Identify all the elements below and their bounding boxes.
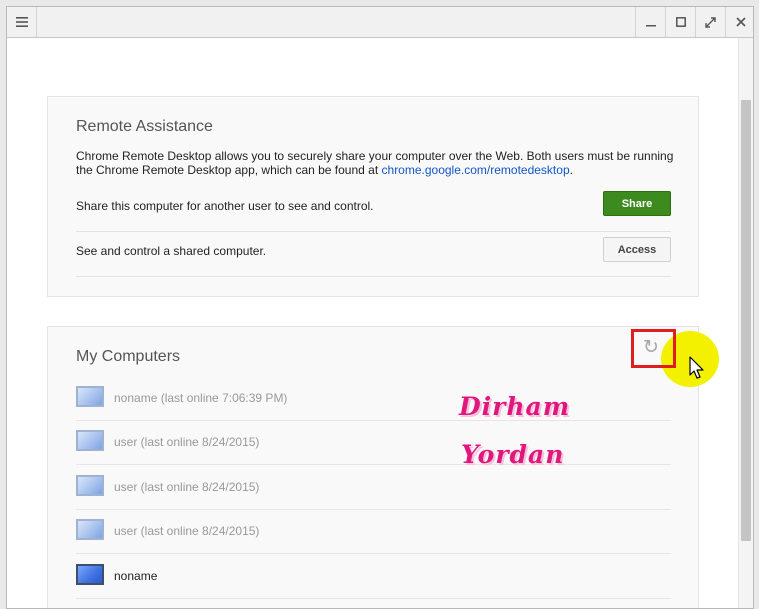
computer-label: user (last online 8/24/2015): [114, 524, 260, 538]
refresh-highlight-box: ↻: [631, 329, 676, 368]
minimize-icon[interactable]: [635, 7, 665, 37]
maximize-icon[interactable]: [665, 7, 695, 37]
title-bar: [7, 7, 753, 38]
watermark-line-1: Dirham: [459, 392, 571, 421]
access-row-label: See and control a shared computer.: [76, 244, 267, 258]
scrollbar[interactable]: [738, 38, 753, 608]
computer-row[interactable]: user (last online 8/24/2015): [76, 466, 671, 510]
menu-icon[interactable]: [7, 7, 37, 37]
share-row-label: Share this computer for another user to …: [76, 199, 374, 213]
watermark-line-2: Yordan: [461, 440, 565, 469]
computer-icon: [76, 519, 104, 540]
computer-online-icon: [76, 564, 104, 585]
main-content: Remote Assistance Chrome Remote Desktop …: [7, 38, 738, 608]
my-computers-title: My Computers: [76, 348, 181, 365]
computer-icon: [76, 386, 104, 407]
mouse-pointer-icon: [689, 356, 704, 379]
fullscreen-icon[interactable]: [695, 7, 725, 37]
computer-label: user (last online 8/24/2015): [114, 435, 260, 449]
app-window: Remote Assistance Chrome Remote Desktop …: [6, 6, 754, 609]
remote-assistance-description: Chrome Remote Desktop allows you to secu…: [76, 149, 676, 177]
description-end: .: [569, 163, 573, 177]
computer-label: noname: [114, 569, 158, 583]
scrollbar-thumb[interactable]: [741, 100, 751, 541]
refresh-icon[interactable]: ↻: [641, 338, 661, 358]
share-row: Share this computer for another user to …: [76, 187, 671, 232]
computer-label: user (last online 8/24/2015): [114, 480, 260, 494]
remote-desktop-link[interactable]: chrome.google.com/remotedesktop: [382, 163, 570, 177]
computer-row[interactable]: noname (last online 7:06:39 PM): [76, 377, 671, 421]
remote-assistance-title: Remote Assistance: [76, 118, 213, 135]
remote-assistance-card: Remote Assistance Chrome Remote Desktop …: [47, 96, 699, 297]
computer-icon: [76, 430, 104, 451]
computer-row-online[interactable]: noname: [76, 555, 671, 599]
my-computers-card: My Computers noname (last online 7:06:39…: [47, 326, 699, 608]
computer-icon: [76, 475, 104, 496]
description-text: Chrome Remote Desktop allows you to secu…: [76, 149, 674, 177]
access-row: See and control a shared computer. Acces…: [76, 232, 671, 277]
share-button[interactable]: Share: [603, 191, 671, 216]
computer-row[interactable]: user (last online 8/24/2015): [76, 421, 671, 465]
computer-label: noname (last online 7:06:39 PM): [114, 391, 288, 405]
close-icon[interactable]: [725, 7, 753, 37]
computer-row[interactable]: user (last online 8/24/2015): [76, 510, 671, 554]
access-button[interactable]: Access: [603, 237, 671, 262]
